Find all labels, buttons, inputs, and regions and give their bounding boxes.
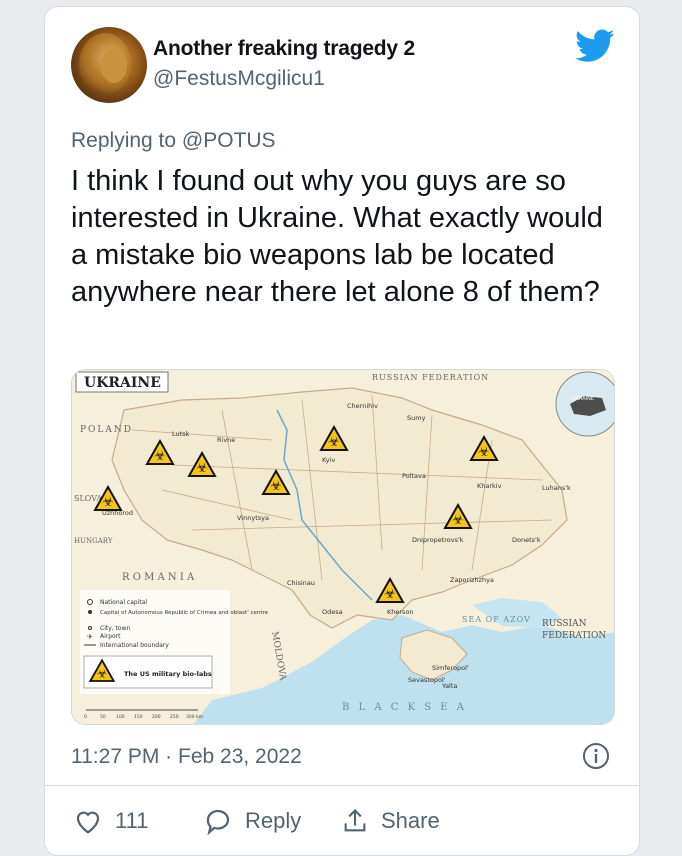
user-handle[interactable]: @FestusMcgilicu1 xyxy=(153,67,325,91)
like-count: 111 xyxy=(115,808,149,833)
svg-text:☣: ☣ xyxy=(97,666,107,680)
scale-50: 50 xyxy=(100,714,106,720)
inset-label: UKRAINE xyxy=(572,396,594,402)
scale-250: 250 xyxy=(170,714,179,720)
like-button[interactable]: 111 xyxy=(73,807,148,835)
scale-300: 300 km xyxy=(186,714,203,720)
share-button[interactable]: Share xyxy=(341,807,440,835)
lion-face xyxy=(101,49,127,83)
reply-button[interactable]: Reply xyxy=(203,807,301,835)
label-russia-top: RUSSIAN FEDERATION xyxy=(372,373,489,382)
reply-mention-link[interactable]: @POTUS xyxy=(182,129,276,152)
tweet-media-image[interactable]: UKRAINE POLAND SLOVA HUNGARY R O M A N I… xyxy=(71,369,615,725)
svg-text:☣: ☣ xyxy=(196,461,208,476)
label-slovakia: SLOVA xyxy=(74,494,102,503)
city-zaporizhzhya: Zaporizhzhya xyxy=(450,576,494,584)
label-russia-right-1: RUSSIAN xyxy=(542,619,587,629)
scale-200: 200 xyxy=(152,714,161,720)
display-name[interactable]: Another freaking tragedy 2 xyxy=(153,37,415,61)
twitter-bird-icon xyxy=(575,29,615,62)
legend-national-capital: National capital xyxy=(100,599,147,606)
legend-boundary: International boundary xyxy=(100,642,169,649)
city-kherson: Kherson xyxy=(387,608,414,616)
reply-bubble-icon xyxy=(206,809,230,835)
tweet-card: Another freaking tragedy 2 @FestusMcgili… xyxy=(44,6,640,856)
city-chernihiv: Chernihiv xyxy=(347,402,378,410)
label-romania: R O M A N I A xyxy=(122,572,195,583)
label-black-sea: B L A C K S E A xyxy=(342,702,467,713)
city-kharkiv: Kharkiv xyxy=(477,482,502,490)
scale-150: 150 xyxy=(134,714,143,720)
tweet-text: I think I found out why you guys are so … xyxy=(71,165,603,308)
city-sumy: Sumy xyxy=(407,414,426,422)
info-icon[interactable] xyxy=(581,741,611,771)
city-simferopol: Simferopol' xyxy=(432,664,469,672)
reply-prefix: Replying to xyxy=(71,129,177,152)
label-hungary: HUNGARY xyxy=(74,537,113,545)
reply-context: Replying to @POTUS xyxy=(71,129,276,153)
city-dnipropetrovsk: Dnipropetrovs'k xyxy=(412,536,464,544)
svg-text:☣: ☣ xyxy=(328,435,340,450)
city-chisinau: Chisinau xyxy=(287,579,315,587)
svg-text:☣: ☣ xyxy=(452,513,464,528)
label-sea-of-azov: SEA OF AZOV xyxy=(462,615,531,624)
city-lutsk: Lutsk xyxy=(172,430,190,438)
avatar[interactable] xyxy=(71,27,147,103)
legend-oblast-centre: Capital of Autonomous Republic of Crimea… xyxy=(100,610,269,616)
city-vinnytsya: Vinnytsya xyxy=(237,514,269,522)
svg-text:☣: ☣ xyxy=(384,587,396,602)
city-odesa: Odesa xyxy=(322,608,343,616)
legend-city-town: City, town xyxy=(100,625,131,632)
city-rivne: Rivne xyxy=(217,436,235,444)
reply-label: Reply xyxy=(245,808,302,833)
divider xyxy=(45,785,639,786)
legend-airport: Airport xyxy=(100,633,121,640)
city-poltava: Poltava xyxy=(402,472,426,480)
city-sevastopol: Sevastopol' xyxy=(408,676,446,684)
svg-text:☣: ☣ xyxy=(102,495,114,510)
share-label: Share xyxy=(381,808,440,833)
ukraine-map: UKRAINE POLAND SLOVA HUNGARY R O M A N I… xyxy=(72,370,614,724)
share-icon xyxy=(344,809,366,832)
heart-icon xyxy=(76,811,100,834)
tweet-timestamp[interactable]: 11:27 PM · Feb 23, 2022 xyxy=(71,745,302,769)
svg-text:☣: ☣ xyxy=(270,479,282,494)
svg-text:☣: ☣ xyxy=(154,449,166,464)
scale-0: 0 xyxy=(84,714,87,720)
svg-text:☣: ☣ xyxy=(478,445,490,460)
label-poland: POLAND xyxy=(80,425,133,435)
map-title: UKRAINE xyxy=(84,375,161,391)
city-luhansk: Luhans'k xyxy=(542,484,571,492)
legend-airport-icon: ✈ xyxy=(87,633,93,641)
city-kyiv: Kyiv xyxy=(322,456,335,464)
label-russia-right-2: FEDERATION xyxy=(542,631,606,641)
legend-lab-label: The US military bio-labs xyxy=(124,670,212,678)
scale-100: 100 xyxy=(116,714,125,720)
city-donetsk: Donets'k xyxy=(512,536,541,544)
